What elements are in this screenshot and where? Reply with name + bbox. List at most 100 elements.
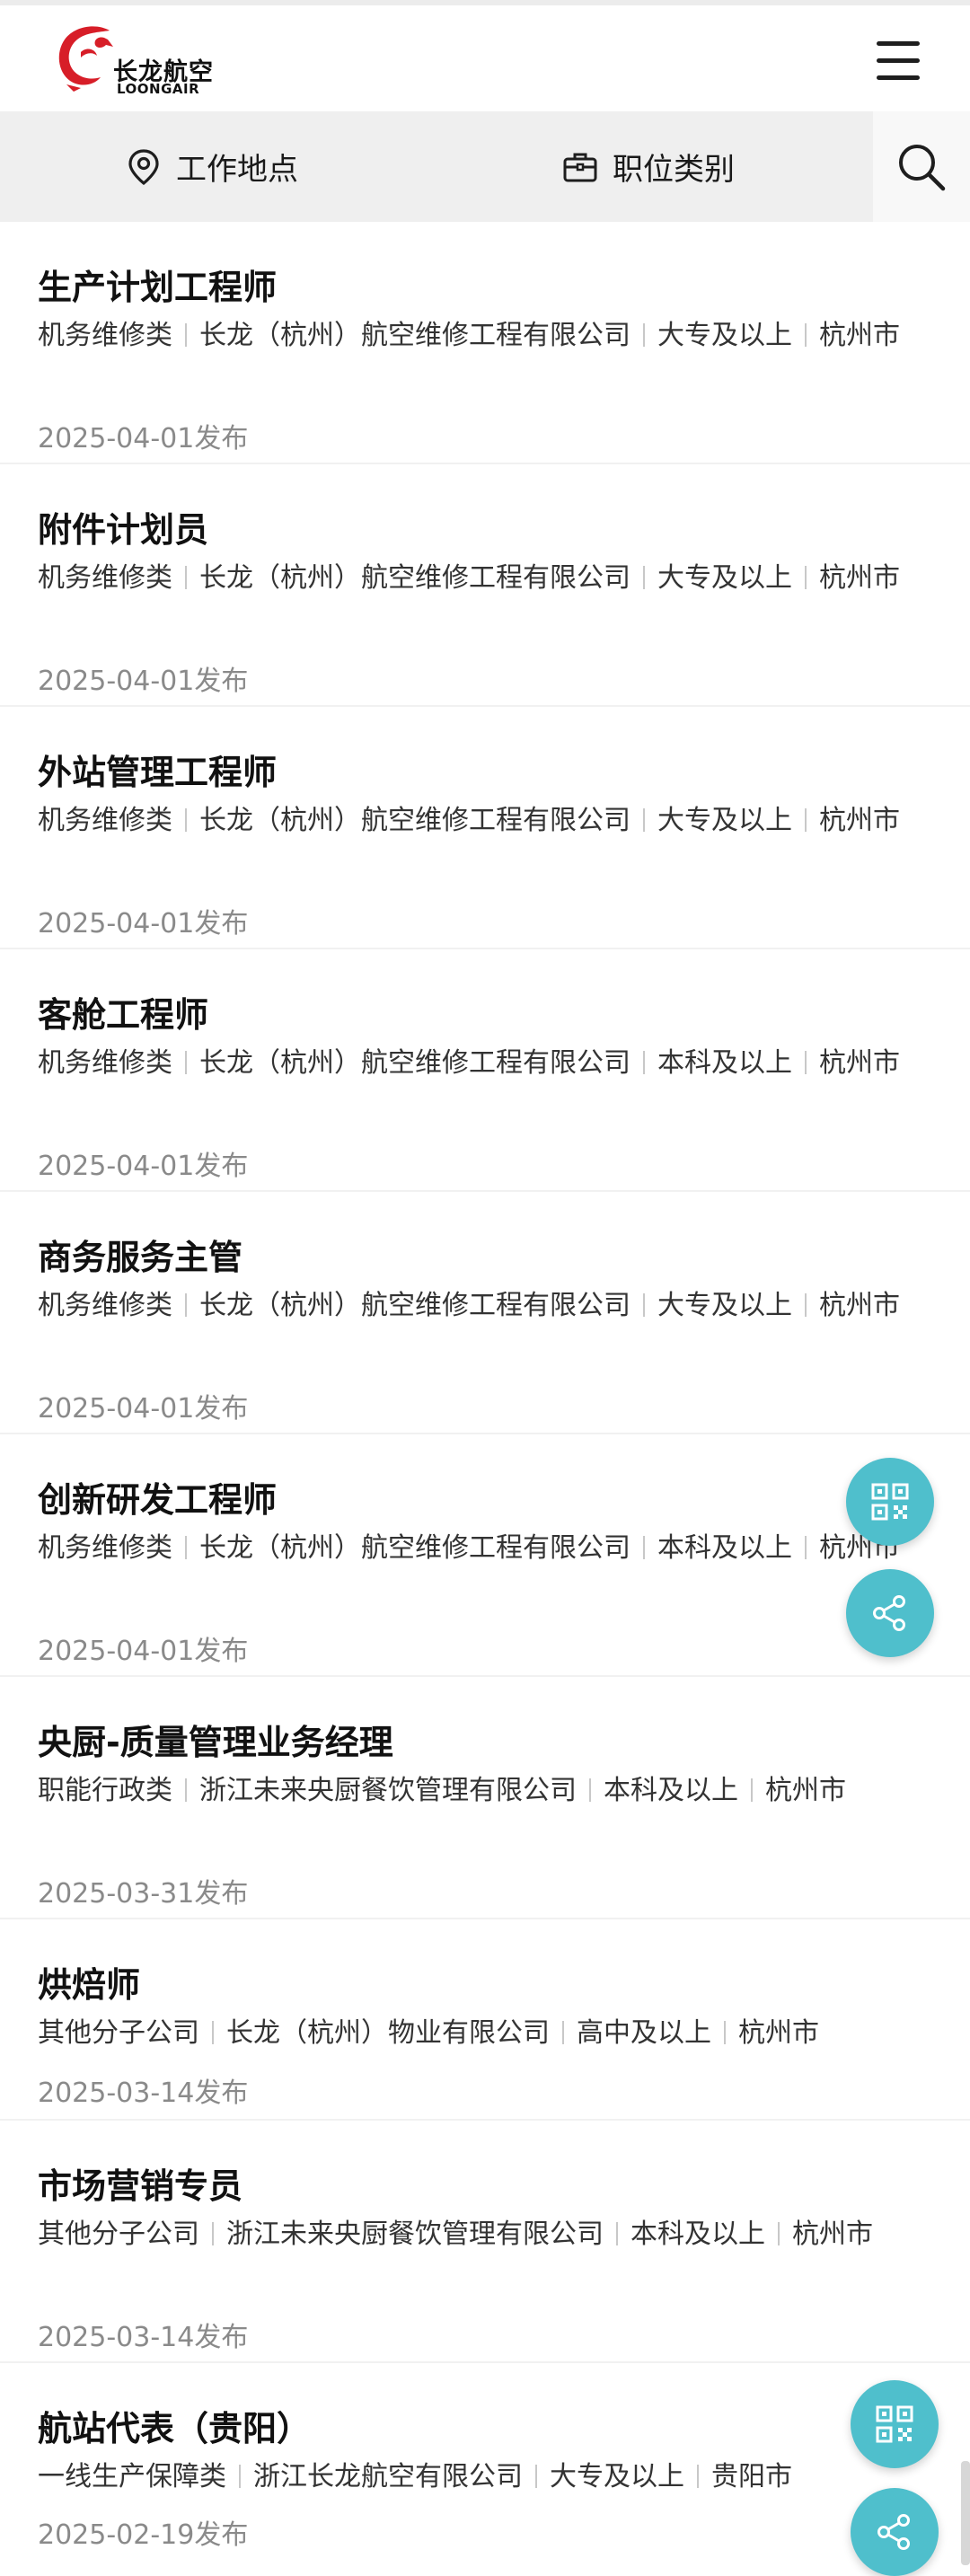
job-meta: 机务维修类 长龙（杭州）航空维修工程有限公司 大专及以上 杭州市 xyxy=(38,315,900,357)
logo-english-text: LOONGAIR xyxy=(117,81,200,97)
job-date: 2025-04-01发布 xyxy=(38,1151,249,1182)
loongair-logo[interactable]: 长龙航空 LOONGAIR xyxy=(54,22,216,99)
search-icon xyxy=(899,144,946,190)
job-meta: 机务维修类 长龙（杭州）航空维修工程有限公司 大专及以上 杭州市 xyxy=(38,558,900,599)
site-header: 长龙航空 LOONGAIR xyxy=(0,5,970,111)
job-education: 大专及以上 xyxy=(550,2461,684,2492)
location-pin-icon xyxy=(128,148,159,185)
job-category: 其他分子公司 xyxy=(38,2219,199,2250)
job-date: 2025-04-01发布 xyxy=(38,423,249,454)
job-date: 2025-02-19发布 xyxy=(38,2519,249,2551)
job-company: 长龙（杭州）航空维修工程有限公司 xyxy=(199,562,630,594)
job-item[interactable]: 创新研发工程师 机务维修类 长龙（杭州）航空维修工程有限公司 本科及以上 杭州市 20… xyxy=(0,1434,970,1677)
job-meta: 机务维修类 长龙（杭州）航空维修工程有限公司 本科及以上 杭州市 xyxy=(38,1528,900,1569)
job-category: 机务维修类 xyxy=(38,562,172,594)
share-button[interactable] xyxy=(846,1569,934,1657)
job-title: 创新研发工程师 xyxy=(38,1480,278,1520)
job-category: 机务维修类 xyxy=(38,1532,172,1564)
job-date: 2025-04-01发布 xyxy=(38,666,249,697)
location-filter-button[interactable]: 工作地点 xyxy=(126,111,298,222)
job-meta: 一线生产保障类 浙江长龙航空有限公司 大专及以上 贵阳市 xyxy=(38,2457,900,2498)
qrcode-icon xyxy=(871,1483,909,1521)
qrcode-button[interactable] xyxy=(846,1458,934,1546)
filter-bar: 工作地点 职位类别 xyxy=(0,111,970,222)
job-city: 杭州市 xyxy=(819,805,900,836)
qrcode-button[interactable] xyxy=(851,2380,939,2468)
job-title: 市场营销专员 xyxy=(38,2166,243,2206)
job-city: 杭州市 xyxy=(792,2219,873,2250)
job-item[interactable]: 客舱工程师 机务维修类 长龙（杭州）航空维修工程有限公司 本科及以上 杭州市 2025… xyxy=(0,949,970,1192)
job-date: 2025-03-14发布 xyxy=(38,2322,249,2353)
dragon-logo-icon xyxy=(58,26,113,92)
job-education: 大专及以上 xyxy=(657,562,792,594)
job-company: 浙江长龙航空有限公司 xyxy=(253,2461,523,2492)
job-company: 长龙（杭州）航空维修工程有限公司 xyxy=(199,1290,630,1321)
job-date: 2025-03-14发布 xyxy=(38,2078,249,2109)
job-education: 本科及以上 xyxy=(604,1775,738,1806)
job-city: 贵阳市 xyxy=(711,2461,792,2492)
job-category: 机务维修类 xyxy=(38,320,172,351)
job-item[interactable]: 商务服务主管 机务维修类 长龙（杭州）航空维修工程有限公司 大专及以上 杭州市 202… xyxy=(0,1192,970,1434)
job-meta: 其他分子公司 长龙（杭州）物业有限公司 高中及以上 杭州市 xyxy=(38,2013,900,2054)
job-company: 长龙（杭州）物业有限公司 xyxy=(226,2017,550,2049)
category-filter-button[interactable]: 职位类别 xyxy=(562,111,735,222)
job-date: 2025-03-31发布 xyxy=(38,1878,249,1910)
share-button[interactable] xyxy=(851,2488,939,2576)
job-education: 大专及以上 xyxy=(657,1290,792,1321)
job-item[interactable]: 航站代表（贵阳） 一线生产保障类 浙江长龙航空有限公司 大专及以上 贵阳市 2025-… xyxy=(0,2363,970,2570)
job-title: 客舱工程师 xyxy=(38,995,209,1035)
job-meta: 职能行政类 浙江未来央厨餐饮管理有限公司 本科及以上 杭州市 xyxy=(38,1770,900,1812)
job-company: 长龙（杭州）航空维修工程有限公司 xyxy=(199,320,630,351)
job-item[interactable]: 附件计划员 机务维修类 长龙（杭州）航空维修工程有限公司 大专及以上 杭州市 2025… xyxy=(0,464,970,707)
job-education: 大专及以上 xyxy=(657,805,792,836)
job-meta: 其他分子公司 浙江未来央厨餐饮管理有限公司 本科及以上 杭州市 xyxy=(38,2214,900,2255)
job-date: 2025-04-01发布 xyxy=(38,1393,249,1425)
job-title: 烘焙师 xyxy=(38,1965,141,2005)
category-filter-label: 职位类别 xyxy=(613,152,735,188)
job-title: 附件计划员 xyxy=(38,510,209,550)
job-title: 商务服务主管 xyxy=(38,1238,243,1277)
job-category: 机务维修类 xyxy=(38,805,172,836)
job-education: 大专及以上 xyxy=(657,320,792,351)
job-title: 航站代表（贵阳） xyxy=(38,2409,312,2448)
search-button[interactable] xyxy=(873,111,970,222)
job-list: 生产计划工程师 机务维修类 长龙（杭州）航空维修工程有限公司 大专及以上 杭州市 20… xyxy=(0,222,970,2570)
job-company: 长龙（杭州）航空维修工程有限公司 xyxy=(199,1047,630,1079)
job-title: 央厨-质量管理业务经理 xyxy=(38,1723,393,1762)
job-category: 其他分子公司 xyxy=(38,2017,199,2049)
job-meta: 机务维修类 长龙（杭州）航空维修工程有限公司 大专及以上 杭州市 xyxy=(38,1285,900,1327)
job-item[interactable]: 生产计划工程师 机务维修类 长龙（杭州）航空维修工程有限公司 大专及以上 杭州市 20… xyxy=(0,222,970,464)
job-education: 本科及以上 xyxy=(630,2219,765,2250)
job-category: 一线生产保障类 xyxy=(38,2461,226,2492)
qrcode-icon xyxy=(876,2405,913,2443)
briefcase-icon xyxy=(563,153,597,181)
job-city: 杭州市 xyxy=(738,2017,819,2049)
job-meta: 机务维修类 长龙（杭州）航空维修工程有限公司 大专及以上 杭州市 xyxy=(38,800,900,842)
job-category: 机务维修类 xyxy=(38,1290,172,1321)
job-item[interactable]: 外站管理工程师 机务维修类 长龙（杭州）航空维修工程有限公司 大专及以上 杭州市 20… xyxy=(0,707,970,949)
share-icon xyxy=(873,1595,905,1631)
job-category: 职能行政类 xyxy=(38,1775,172,1806)
location-filter-label: 工作地点 xyxy=(176,152,298,188)
job-city: 杭州市 xyxy=(819,562,900,594)
job-education: 高中及以上 xyxy=(577,2017,711,2049)
job-city: 杭州市 xyxy=(765,1775,846,1806)
job-item[interactable]: 央厨-质量管理业务经理 职能行政类 浙江未来央厨餐饮管理有限公司 本科及以上 杭州市 … xyxy=(0,1677,970,1919)
job-date: 2025-04-01发布 xyxy=(38,908,249,940)
job-company: 长龙（杭州）航空维修工程有限公司 xyxy=(199,1532,630,1564)
job-item[interactable]: 烘焙师 其他分子公司 长龙（杭州）物业有限公司 高中及以上 杭州市 2025-03-1… xyxy=(0,1919,970,2121)
job-meta: 机务维修类 长龙（杭州）航空维修工程有限公司 本科及以上 杭州市 xyxy=(38,1043,900,1084)
job-category: 机务维修类 xyxy=(38,1047,172,1079)
job-company: 浙江未来央厨餐饮管理有限公司 xyxy=(199,1775,577,1806)
scrollbar[interactable] xyxy=(961,2461,970,2565)
job-date: 2025-04-01发布 xyxy=(38,1636,249,1667)
job-city: 杭州市 xyxy=(819,1047,900,1079)
job-company: 长龙（杭州）航空维修工程有限公司 xyxy=(199,805,630,836)
job-education: 本科及以上 xyxy=(657,1047,792,1079)
menu-icon[interactable] xyxy=(873,36,923,86)
job-city: 杭州市 xyxy=(819,1290,900,1321)
job-company: 浙江未来央厨餐饮管理有限公司 xyxy=(226,2219,604,2250)
job-item[interactable]: 市场营销专员 其他分子公司 浙江未来央厨餐饮管理有限公司 本科及以上 杭州市 2025… xyxy=(0,2121,970,2363)
job-education: 本科及以上 xyxy=(657,1532,792,1564)
job-title: 生产计划工程师 xyxy=(38,268,278,307)
